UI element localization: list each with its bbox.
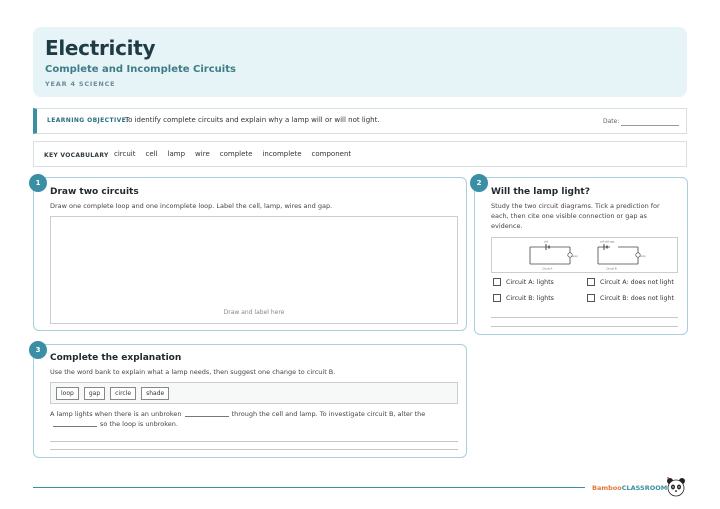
worksheet-header: Electricity Complete and Incomplete Circ… (33, 27, 687, 97)
answer-line-1[interactable] (50, 441, 458, 442)
circuit-b-diagram (597, 244, 641, 265)
circuit-b-cell-label: cell with gap (600, 240, 615, 244)
task2-instruction: Study the two circuit diagrams. Tick a p… (491, 202, 660, 230)
footer-divider (33, 487, 585, 488)
circuit-a-cell-label: cell (544, 240, 548, 244)
year-label: YEAR 4 SCIENCE (45, 80, 116, 88)
checkbox-a-not-light[interactable] (587, 278, 595, 286)
option-label: Circuit A: does not light (600, 278, 674, 286)
vocab-word: lamp (167, 150, 186, 158)
brand-logo-text: BambooCLASSROOM (592, 484, 667, 492)
option-label: Circuit A: lights (506, 278, 554, 286)
circuit-diagram-svg: cell lamp Circuit A cell with gap lamp C… (529, 240, 646, 271)
circuit-a-lamp-label: lamp (572, 254, 578, 258)
drawing-hint: Draw and label here (223, 309, 285, 316)
word-bank: loop gap circle shade (50, 382, 458, 404)
sentence-part-2: through the cell and lamp. To investigat… (231, 410, 426, 418)
page-subtitle: Complete and Incomplete Circuits (45, 64, 236, 75)
circuit-b-lamp-label: lamp (640, 254, 646, 258)
vocabulary-list: circuit cell lamp wire complete incomple… (114, 150, 351, 158)
drawing-area[interactable]: Draw and label here (50, 216, 458, 324)
task1-title: Draw two circuits (50, 187, 139, 197)
option-label: Circuit B: lights (506, 294, 554, 302)
evidence-line-1[interactable] (491, 317, 678, 318)
word-chip: circle (110, 386, 137, 400)
option-label: Circuit B: does not light (600, 294, 674, 302)
key-vocabulary-bar: KEY VOCABULARY circuit cell lamp wire co… (33, 141, 687, 167)
task3-number-badge: 3 (29, 341, 47, 359)
task1-number-badge: 1 (29, 174, 47, 192)
vocab-word: circuit (114, 150, 136, 158)
vocab-word: complete (219, 150, 253, 158)
vocab-word: incomplete (262, 150, 302, 158)
option-a-not-light[interactable]: Circuit A: does not light (587, 278, 674, 286)
circuit-diagrams: cell lamp Circuit A cell with gap lamp C… (491, 237, 678, 273)
answer-line-2[interactable] (50, 449, 458, 450)
brand-name-part2: CLASSROOM (621, 484, 668, 492)
task2-number-badge: 2 (470, 174, 488, 192)
panda-logo-icon (667, 477, 685, 497)
brand-name-part1: Bamboo (592, 484, 622, 492)
checkbox-a-lights[interactable] (493, 278, 501, 286)
evidence-line-2[interactable] (491, 326, 678, 327)
option-b-lights[interactable]: Circuit B: lights (493, 294, 554, 302)
option-b-not-light[interactable]: Circuit B: does not light (587, 294, 674, 302)
option-a-lights[interactable]: Circuit A: lights (493, 278, 554, 286)
circuit-a-diagram (529, 244, 573, 265)
task2-title: Will the lamp light? (491, 187, 590, 197)
sentence-part-1: A lamp lights when there is an unbroken (50, 410, 182, 418)
task1-instruction: Draw one complete loop and one incomplet… (50, 202, 333, 210)
objective-text: To identify complete circuits and explai… (125, 116, 380, 124)
task2-card: Will the lamp light? Study the two circu… (474, 177, 688, 335)
vocabulary-label: KEY VOCABULARY (44, 152, 109, 159)
circuit-b-name: Circuit B (606, 267, 617, 271)
word-chip: loop (56, 386, 79, 400)
page-title: Electricity (45, 36, 156, 60)
word-chip: gap (83, 386, 106, 400)
task3-title: Complete the explanation (50, 353, 182, 363)
checkbox-b-lights[interactable] (493, 294, 501, 302)
task3-card: Complete the explanation Use the word ba… (33, 344, 467, 458)
date-label: Date: (603, 118, 620, 125)
blank-1[interactable] (184, 416, 229, 417)
objective-label: LEARNING OBJECTIVE: (47, 117, 129, 124)
vocab-word: cell (145, 150, 158, 158)
circuit-a-name: Circuit A (542, 267, 553, 271)
checkbox-b-not-light[interactable] (587, 294, 595, 302)
word-chip: shade (141, 386, 170, 400)
worksheet-page: Electricity Complete and Incomplete Circ… (0, 0, 720, 509)
vocab-word: component (311, 150, 352, 158)
sentence-part-3: so the loop is unbroken. (100, 420, 178, 428)
explanation-sentence: A lamp lights when there is an unbroken t… (50, 409, 450, 429)
blank-2[interactable] (53, 426, 97, 427)
learning-objective-bar: LEARNING OBJECTIVE: To identify complete… (33, 108, 687, 134)
vocab-word: wire (195, 150, 210, 158)
task1-card: Draw two circuits Draw one complete loop… (33, 177, 467, 331)
task3-instruction: Use the word bank to explain what a lamp… (50, 368, 336, 376)
date-field[interactable] (621, 125, 679, 126)
